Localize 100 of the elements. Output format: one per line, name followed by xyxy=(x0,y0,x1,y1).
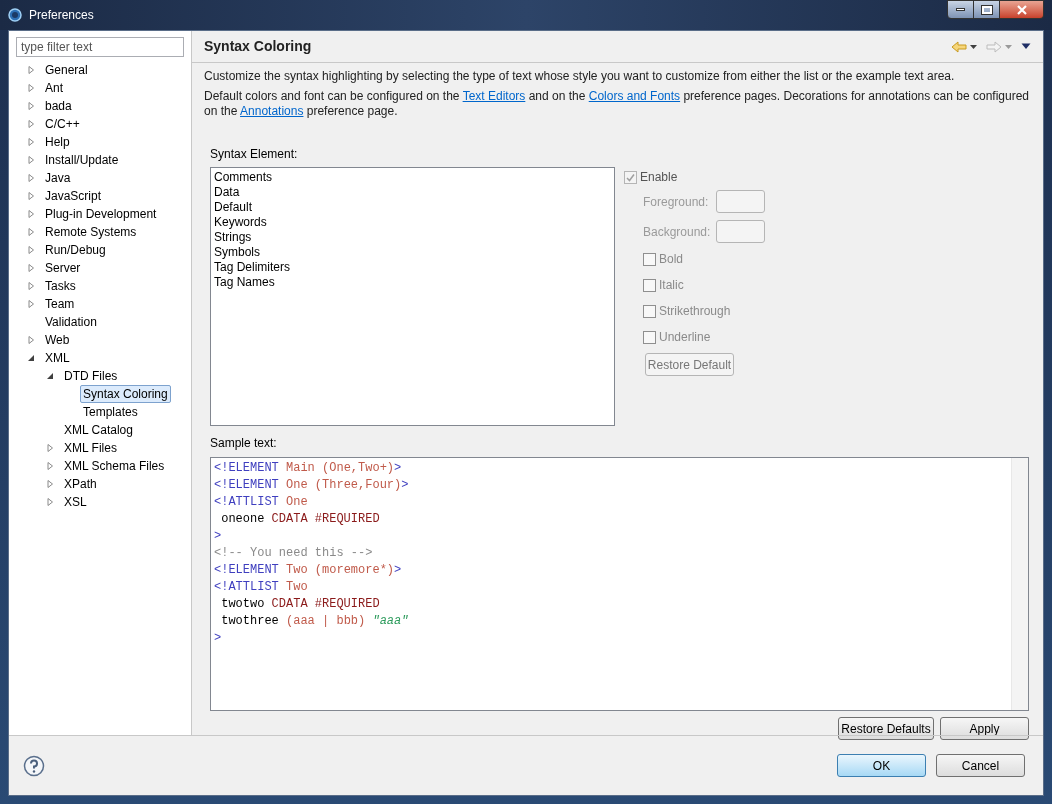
tree-item[interactable]: JavaScript xyxy=(42,187,105,205)
preference-link[interactable]: Colors and Fonts xyxy=(588,89,681,103)
tree-item[interactable]: XML Schema Files xyxy=(61,457,168,475)
syntax-element-label: Syntax Element: xyxy=(210,146,299,163)
collapsed-triangle-icon[interactable] xyxy=(27,120,35,128)
collapsed-triangle-icon[interactable] xyxy=(27,264,35,272)
collapsed-triangle-icon[interactable] xyxy=(46,480,54,488)
checkbox-label: Italic xyxy=(659,277,684,294)
tree-item[interactable]: Run/Debug xyxy=(42,241,109,259)
collapsed-triangle-icon[interactable] xyxy=(27,156,35,164)
code-line: <!ELEMENT Main (One,Two+)> xyxy=(214,460,402,477)
checkbox-label: Strikethrough xyxy=(659,303,731,320)
color-button[interactable] xyxy=(716,190,765,213)
collapsed-triangle-icon[interactable] xyxy=(27,210,35,218)
collapsed-triangle-icon[interactable] xyxy=(27,228,35,236)
tree-item[interactable]: XML Catalog xyxy=(61,421,136,439)
tree-item[interactable]: Ant xyxy=(42,79,66,97)
checkbox[interactable] xyxy=(643,330,656,344)
checkbox-label: Bold xyxy=(659,251,684,268)
window-title: Preferences xyxy=(29,7,94,24)
tree-item[interactable]: bada xyxy=(42,97,75,115)
tree-item[interactable]: Install/Update xyxy=(42,151,122,169)
collapsed-triangle-icon[interactable] xyxy=(27,192,35,200)
code-line: <!-- You need this --> xyxy=(214,545,373,562)
filter-field[interactable]: type filter text xyxy=(16,37,184,57)
code-line: twothree (aaa | bbb) "aaa" xyxy=(220,613,409,630)
collapsed-triangle-icon[interactable] xyxy=(27,300,35,308)
tree-item[interactable]: XML Files xyxy=(61,439,120,457)
collapsed-triangle-icon[interactable] xyxy=(27,174,35,182)
tree-item[interactable]: Web xyxy=(42,331,73,349)
tree-item[interactable]: Plug-in Development xyxy=(42,205,160,223)
tree-item[interactable]: Tasks xyxy=(42,277,79,295)
page-title: Syntax Coloring xyxy=(204,37,312,56)
checkbox[interactable] xyxy=(643,278,656,292)
tree-item[interactable]: XML xyxy=(42,349,73,367)
collapsed-triangle-icon[interactable] xyxy=(46,498,54,506)
color-button[interactable] xyxy=(716,220,765,243)
minimize-button[interactable] xyxy=(947,0,974,19)
tree-item[interactable]: Validation xyxy=(42,313,100,331)
tree-item[interactable]: XSL xyxy=(61,493,90,511)
close-icon xyxy=(1016,4,1027,15)
collapsed-triangle-icon[interactable] xyxy=(27,246,35,254)
description-text: Customize the syntax highlighting by selecting the type of text whose style you want to customize from either the list or the example text area. xyxy=(204,69,956,84)
tree-item[interactable]: C/C++ xyxy=(42,115,83,133)
tree-item[interactable]: Remote Systems xyxy=(42,223,140,241)
list-item[interactable]: Symbols xyxy=(214,245,611,260)
vertical-scrollbar[interactable] xyxy=(1011,458,1028,710)
help-icon[interactable] xyxy=(23,754,45,777)
tree-item[interactable]: Syntax Coloring xyxy=(80,385,171,403)
code-line: <!ELEMENT Two (moremore*)> xyxy=(214,562,402,579)
color-label: Foreground: xyxy=(643,193,710,211)
code-line: <!ATTLIST One xyxy=(214,494,308,511)
list-item[interactable]: Tag Delimiters xyxy=(214,260,611,275)
tree-item[interactable]: Server xyxy=(42,259,84,277)
tree-item[interactable]: XPath xyxy=(61,475,100,493)
collapsed-triangle-icon[interactable] xyxy=(27,282,35,290)
code-line: > xyxy=(214,630,222,647)
collapsed-triangle-icon[interactable] xyxy=(46,444,54,452)
restore-defaults-button[interactable]: Restore Defaults xyxy=(838,717,934,740)
collapsed-triangle-icon[interactable] xyxy=(27,102,35,110)
color-label: Background: xyxy=(643,223,712,241)
code-line: oneone CDATA #REQUIRED xyxy=(220,511,380,528)
tree-item[interactable]: Templates xyxy=(80,403,141,421)
preference-link[interactable]: Text Editors xyxy=(462,89,526,103)
apply-button[interactable]: Apply xyxy=(940,717,1029,740)
menu-caret-icon[interactable] xyxy=(1021,43,1031,50)
caret-icon[interactable] xyxy=(969,43,978,50)
checkbox-label: Underline xyxy=(659,329,711,346)
collapsed-triangle-icon[interactable] xyxy=(27,138,35,146)
collapsed-triangle-icon[interactable] xyxy=(27,336,35,344)
close-button[interactable] xyxy=(1000,0,1044,19)
cancel-button[interactable]: Cancel xyxy=(936,754,1025,777)
checkbox[interactable] xyxy=(643,304,656,318)
list-item[interactable]: Comments xyxy=(214,170,611,185)
list-item[interactable]: Data xyxy=(214,185,611,200)
code-line: > xyxy=(214,528,222,545)
tree-item[interactable]: DTD Files xyxy=(61,367,121,385)
list-item[interactable]: Keywords xyxy=(214,215,611,230)
sample-text-label: Sample text: xyxy=(210,435,278,452)
checkbox[interactable] xyxy=(643,252,656,266)
expanded-triangle-icon[interactable] xyxy=(46,372,54,380)
code-line: <!ATTLIST Two xyxy=(214,579,308,596)
list-item[interactable]: Default xyxy=(214,200,611,215)
restore-default-button[interactable]: Restore Default xyxy=(645,353,734,376)
collapsed-triangle-icon[interactable] xyxy=(27,84,35,92)
expanded-triangle-icon[interactable] xyxy=(27,354,35,362)
tree-item[interactable]: Java xyxy=(42,169,74,187)
list-item[interactable]: Strings xyxy=(214,230,611,245)
tree-item[interactable]: Help xyxy=(42,133,73,151)
collapsed-triangle-icon[interactable] xyxy=(46,462,54,470)
tree-item[interactable]: General xyxy=(42,61,91,79)
ok-button[interactable]: OK xyxy=(837,754,926,777)
syntax-element-list[interactable]: Comments Data Default Keywords Strings Symbols Tag Delimiters Tag Names xyxy=(210,167,615,426)
preference-link[interactable]: Annotations xyxy=(240,104,304,118)
sample-text-area[interactable] xyxy=(210,457,1029,711)
collapsed-triangle-icon[interactable] xyxy=(27,66,35,74)
list-item[interactable]: Tag Names xyxy=(214,275,611,290)
code-line: <!ELEMENT One (Three,Four)> xyxy=(214,477,409,494)
maximize-button[interactable] xyxy=(974,0,1000,19)
tree-item[interactable]: Team xyxy=(42,295,78,313)
